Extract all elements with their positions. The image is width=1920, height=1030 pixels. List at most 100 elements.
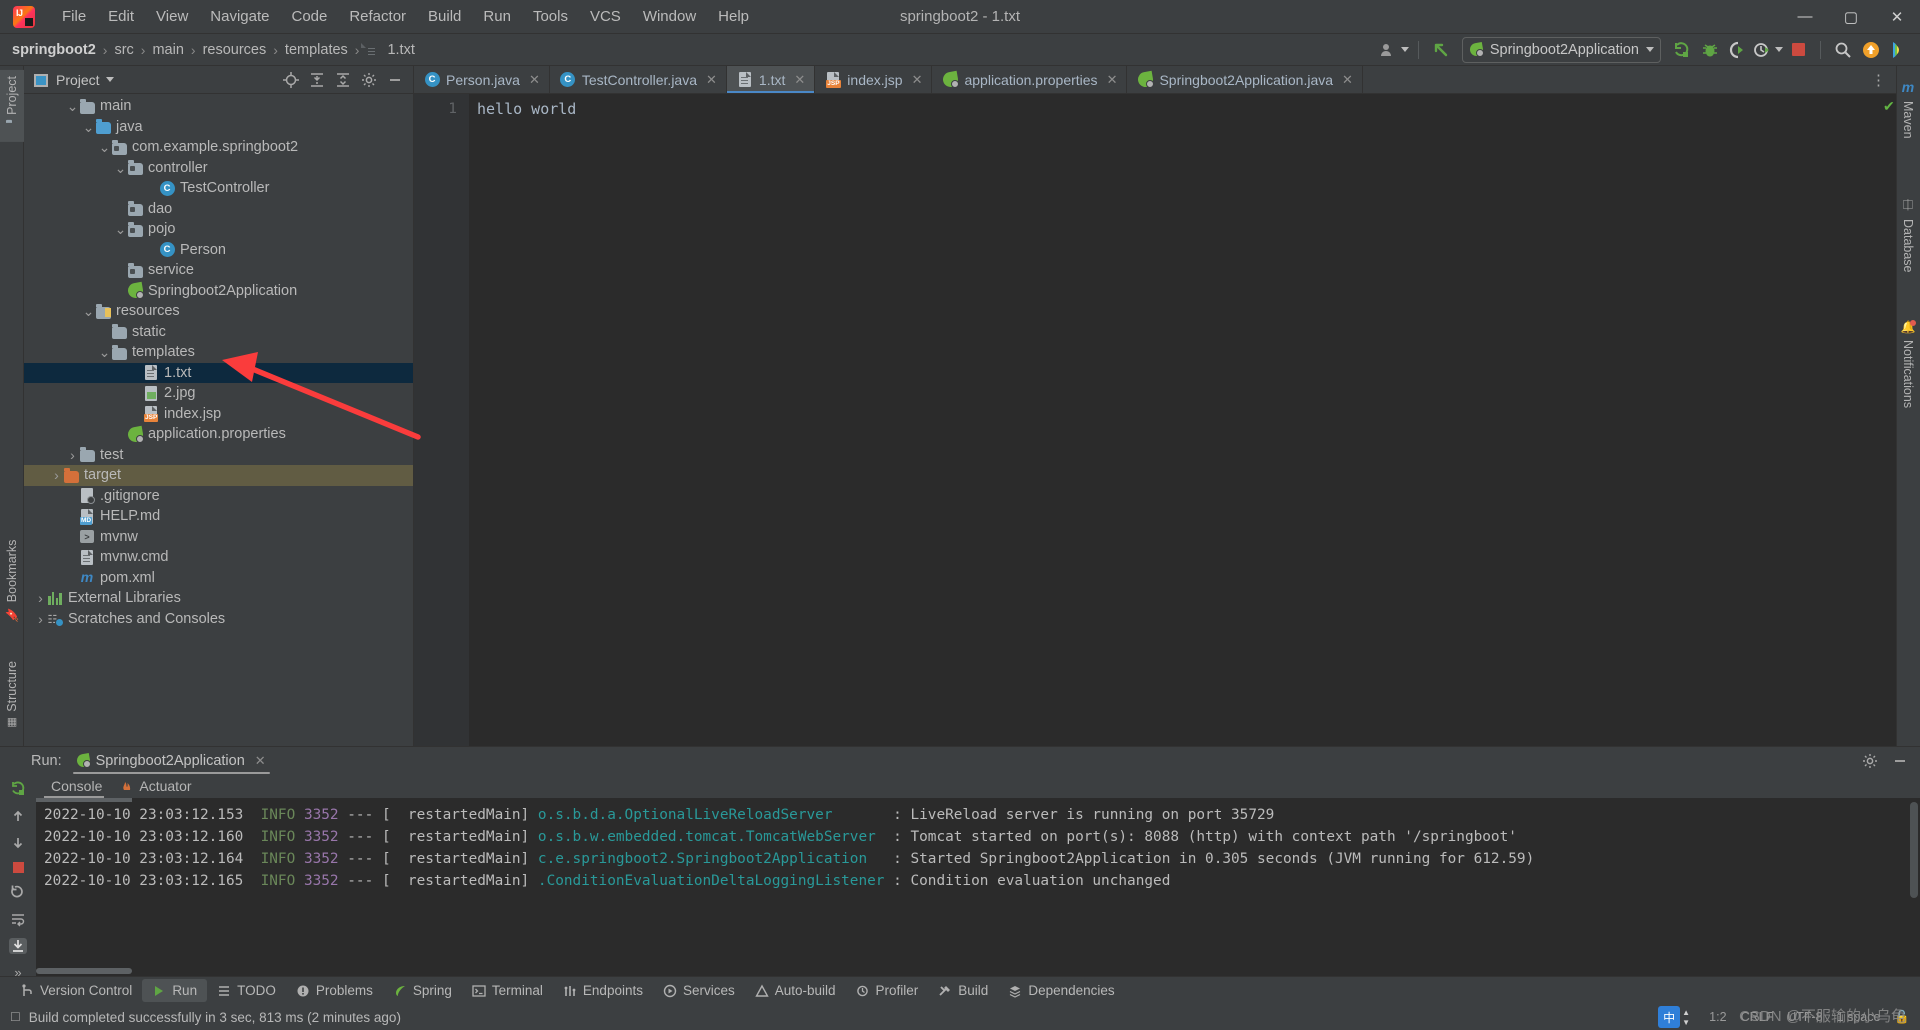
tool-window-tab-spring[interactable]: Spring bbox=[383, 979, 462, 1002]
menu-item-file[interactable]: File bbox=[51, 5, 97, 28]
tree-node[interactable]: service bbox=[24, 260, 413, 281]
project-tree[interactable]: ⌄ main ⌄ java ⌄ com.example.springboot2 ⌄ contr… bbox=[24, 94, 413, 746]
editor-tabs-more-icon[interactable]: ⋮ bbox=[1861, 66, 1896, 93]
menu-item-code[interactable]: Code bbox=[280, 5, 338, 28]
scroll-down-icon[interactable] bbox=[9, 835, 27, 851]
tree-node[interactable]: Springboot2Application bbox=[24, 281, 413, 302]
close-icon[interactable]: ✕ bbox=[912, 72, 923, 88]
editor-tab[interactable]: C TestController.java ✕ bbox=[550, 66, 727, 93]
editor-tab[interactable]: application.properties ✕ bbox=[932, 66, 1128, 93]
sidebar-item-bookmarks[interactable]: 🔖 Bookmarks bbox=[0, 534, 24, 628]
chevron-right-icon[interactable]: › bbox=[50, 467, 63, 483]
tool-window-tab-services[interactable]: Services bbox=[653, 979, 745, 1002]
console-vertical-scrollbar[interactable] bbox=[1906, 798, 1920, 976]
scroll-to-end-icon[interactable] bbox=[9, 938, 27, 954]
editor-tab[interactable]: 1.txt ✕ bbox=[726, 66, 816, 93]
tree-node[interactable]: › target bbox=[24, 465, 413, 486]
updates-arrow-icon[interactable] bbox=[1428, 37, 1454, 63]
console-tab[interactable]: Console bbox=[43, 774, 105, 798]
tree-node[interactable]: › External Libraries bbox=[24, 588, 413, 609]
tree-node[interactable]: 1.txt bbox=[24, 362, 413, 383]
sidebar-item-database[interactable]: ⎅ Database bbox=[1896, 191, 1920, 279]
chevron-down-icon[interactable]: ⌄ bbox=[98, 345, 111, 359]
tree-node[interactable]: MD HELP.md bbox=[24, 506, 413, 527]
tree-node[interactable]: m pom.xml bbox=[24, 568, 413, 589]
close-button[interactable]: ✕ bbox=[1874, 0, 1920, 34]
settings-gear-icon[interactable] bbox=[361, 72, 377, 88]
run-config-tab[interactable]: Springboot2Application ✕ bbox=[71, 747, 272, 774]
editor-tab[interactable]: C Person.java ✕ bbox=[414, 66, 550, 93]
run-with-coverage-icon[interactable] bbox=[1725, 37, 1751, 63]
breadcrumb-item[interactable]: src bbox=[114, 42, 133, 58]
tree-node[interactable]: › ☷ Scratches and Consoles bbox=[24, 609, 413, 630]
tree-node[interactable]: ⌄ pojo bbox=[24, 219, 413, 240]
menu-item-help[interactable]: Help bbox=[707, 5, 760, 28]
minimize-button[interactable]: — bbox=[1782, 0, 1828, 34]
chevron-down-icon[interactable]: ⌄ bbox=[114, 222, 127, 236]
caret-position[interactable]: 1:2 bbox=[1709, 1010, 1726, 1024]
run-icon[interactable] bbox=[1669, 37, 1695, 63]
run-configuration-selector[interactable]: Springboot2Application bbox=[1461, 36, 1661, 63]
stop-icon[interactable] bbox=[9, 862, 27, 873]
breadcrumb-item[interactable]: templates bbox=[285, 42, 348, 58]
tool-window-tab-dependencies[interactable]: Dependencies bbox=[998, 979, 1124, 1002]
ide-features-icon[interactable] bbox=[1886, 37, 1912, 63]
chevron-right-icon[interactable]: › bbox=[34, 590, 47, 606]
chevron-right-icon[interactable]: › bbox=[34, 611, 47, 627]
console-output[interactable]: 2022-10-10 23:03:12.153 INFO 3352 --- [ … bbox=[36, 798, 1906, 976]
chevron-right-icon[interactable]: › bbox=[66, 447, 79, 463]
tool-window-tab-problems[interactable]: Problems bbox=[286, 979, 383, 1002]
chevron-down-icon[interactable]: ⌄ bbox=[114, 161, 127, 175]
menu-item-refactor[interactable]: Refactor bbox=[338, 5, 417, 28]
editor-content[interactable]: hello world bbox=[469, 94, 1882, 746]
tree-node[interactable]: 2.jpg bbox=[24, 383, 413, 404]
search-everywhere-icon[interactable] bbox=[1830, 37, 1856, 63]
rerun-icon[interactable] bbox=[9, 780, 27, 797]
tree-node[interactable]: application.properties bbox=[24, 424, 413, 445]
hide-panel-icon[interactable] bbox=[387, 72, 403, 88]
chevron-down-icon[interactable]: ⌄ bbox=[82, 120, 95, 134]
select-opened-file-icon[interactable] bbox=[283, 71, 299, 88]
menu-item-window[interactable]: Window bbox=[632, 5, 707, 28]
tree-node[interactable]: mvnw.cmd bbox=[24, 547, 413, 568]
sidebar-item-maven[interactable]: m Maven bbox=[1896, 74, 1920, 145]
collapse-all-icon[interactable] bbox=[335, 72, 351, 88]
breadcrumb-item[interactable]: main bbox=[152, 42, 183, 58]
tree-node[interactable]: ⌄ java bbox=[24, 117, 413, 138]
tree-node[interactable]: › test bbox=[24, 445, 413, 466]
tree-node[interactable]: ⌄ resources bbox=[24, 301, 413, 322]
restart-icon[interactable] bbox=[9, 884, 27, 900]
tool-window-tab-profiler[interactable]: Profiler bbox=[846, 979, 929, 1002]
editor-inspection-scrollbar[interactable]: ✔ bbox=[1882, 94, 1896, 746]
maximize-button[interactable]: ▢ bbox=[1828, 0, 1874, 34]
chevron-down-icon[interactable]: ⌄ bbox=[98, 140, 111, 154]
tree-node[interactable]: ⌄ templates bbox=[24, 342, 413, 363]
tool-window-tab-auto-build[interactable]: Auto-build bbox=[745, 979, 846, 1002]
close-icon[interactable]: ✕ bbox=[529, 72, 540, 88]
tree-node[interactable]: > mvnw bbox=[24, 527, 413, 548]
sidebar-item-project[interactable]: Project bbox=[0, 70, 24, 142]
chevron-down-icon[interactable]: ⌄ bbox=[82, 304, 95, 318]
editor-tab[interactable]: JSP index.jsp ✕ bbox=[815, 66, 933, 93]
tree-node[interactable]: C Person bbox=[24, 240, 413, 261]
breadcrumb-item[interactable]: resources bbox=[203, 42, 267, 58]
tree-node[interactable]: ⌄ com.example.springboot2 bbox=[24, 137, 413, 158]
chevron-down-icon[interactable]: ⌄ bbox=[66, 99, 79, 113]
tool-window-tab-endpoints[interactable]: Endpoints bbox=[553, 979, 653, 1002]
updates-badge-icon[interactable] bbox=[1858, 37, 1884, 63]
menu-item-tools[interactable]: Tools bbox=[522, 5, 579, 28]
sidebar-item-structure[interactable]: ▦ Structure bbox=[0, 655, 24, 736]
close-icon[interactable]: ✕ bbox=[1342, 72, 1353, 88]
close-icon[interactable]: ✕ bbox=[706, 72, 717, 88]
close-icon[interactable]: ✕ bbox=[794, 72, 805, 88]
chevron-down-icon[interactable] bbox=[105, 77, 114, 82]
tree-node[interactable]: ⌄ controller bbox=[24, 158, 413, 179]
tool-window-tab-todo[interactable]: TODO bbox=[207, 979, 286, 1002]
tree-node[interactable]: dao bbox=[24, 199, 413, 220]
tool-window-tab-build[interactable]: Build bbox=[928, 979, 998, 1002]
profiler-icon[interactable] bbox=[1753, 37, 1783, 63]
stop-button[interactable] bbox=[1785, 37, 1811, 63]
menu-item-navigate[interactable]: Navigate bbox=[199, 5, 280, 28]
editor-tab[interactable]: Springboot2Application.java ✕ bbox=[1127, 66, 1363, 93]
menu-item-build[interactable]: Build bbox=[417, 5, 472, 28]
